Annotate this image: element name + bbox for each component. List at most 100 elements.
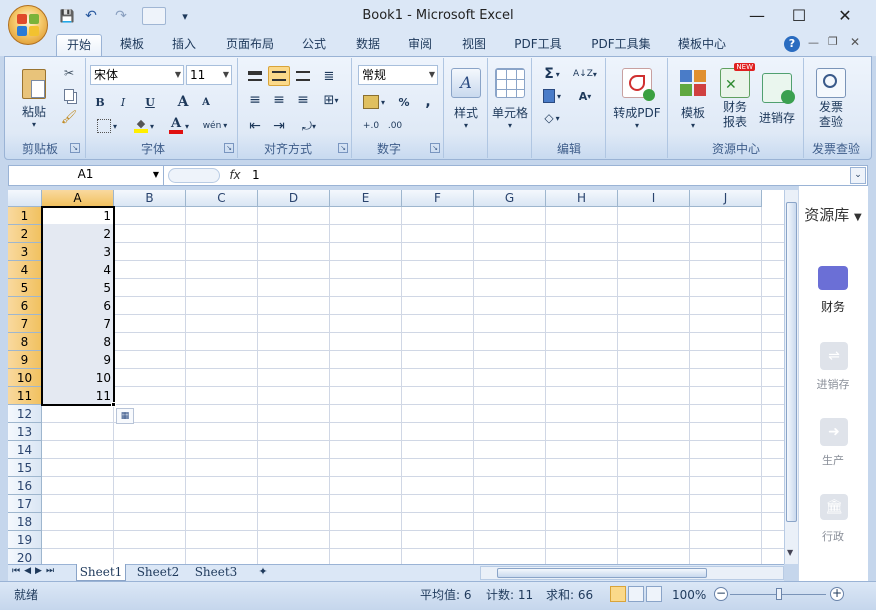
zoom-slider-thumb[interactable] — [776, 588, 782, 600]
side-finance[interactable]: 财务 — [798, 298, 868, 315]
row-header-4[interactable]: 4 — [8, 261, 42, 279]
orientation-icon[interactable]: ≣ — [318, 66, 340, 86]
autosum-button[interactable]: Σ ▾ — [538, 64, 566, 84]
fill-button[interactable]: ▾ — [538, 86, 566, 106]
vertical-scroll-thumb[interactable] — [786, 202, 797, 522]
horizontal-scroll-thumb[interactable] — [497, 568, 707, 578]
font-size-combo[interactable]: 11 ▼ — [186, 65, 232, 85]
scroll-down-arrow-icon[interactable]: ▼ — [787, 548, 793, 557]
undo-icon[interactable]: ↶ — [82, 7, 100, 25]
insert-function-button[interactable]: fx — [226, 167, 244, 184]
tab-review[interactable]: 审阅 — [398, 34, 442, 56]
tab-home[interactable]: 开始 — [56, 34, 102, 56]
row-header-6[interactable]: 6 — [8, 297, 42, 315]
row-header-10[interactable]: 10 — [8, 369, 42, 387]
row-header-18[interactable]: 18 — [8, 513, 42, 531]
row-header-7[interactable]: 7 — [8, 315, 42, 333]
expand-formula-bar-icon[interactable]: ⌄ — [850, 167, 866, 184]
fill-handle[interactable] — [111, 402, 116, 407]
phonetic-button[interactable]: wén ▾ — [198, 116, 232, 136]
help-icon[interactable]: ? — [784, 36, 800, 52]
italic-button[interactable]: I — [113, 92, 133, 112]
ribbon-close-button[interactable]: ✕ — [850, 35, 860, 49]
tab-formulas[interactable]: 公式 — [292, 34, 336, 56]
currency-button[interactable]: ▾ — [358, 92, 390, 112]
find-select-button[interactable]: A ▾ — [570, 86, 600, 106]
row-header-9[interactable]: 9 — [8, 351, 42, 369]
number-dialog-launcher[interactable]: ↘ — [430, 143, 440, 153]
styles-button[interactable]: A 样式 ▾ — [446, 62, 486, 136]
clear-button[interactable]: ◇ ▾ — [538, 108, 566, 128]
comma-button[interactable]: , — [418, 92, 438, 112]
ribbon-restore-button[interactable]: ❐ — [828, 35, 838, 48]
customize-qat-icon[interactable]: ▾ — [176, 7, 194, 25]
finance-report-button[interactable]: ✕ NEW 财务 报表 — [716, 62, 755, 136]
side-admin[interactable]: 行政 — [798, 528, 868, 544]
bold-button[interactable]: B — [90, 92, 110, 112]
underline-button[interactable]: U — [136, 92, 164, 112]
copy-icon[interactable] — [60, 86, 78, 104]
template-button[interactable]: 模板 ▾ — [672, 62, 714, 136]
office-button[interactable] — [8, 5, 48, 45]
column-header-b[interactable]: B — [114, 190, 186, 207]
side-inventory[interactable]: 进销存 — [798, 376, 868, 392]
borders-button[interactable]: ▾ — [90, 116, 124, 136]
grow-font-button[interactable]: A — [172, 92, 194, 112]
sheet-tab-2[interactable]: Sheet2 — [132, 564, 184, 581]
align-left-icon[interactable]: ≡ — [244, 90, 266, 110]
tab-data[interactable]: 数据 — [346, 34, 390, 56]
sheet-tab-3[interactable]: Sheet3 — [190, 564, 242, 581]
row-header-11[interactable]: 11 — [8, 387, 42, 405]
convert-pdf-button[interactable]: 转成PDF ▾ — [608, 62, 666, 136]
tab-insert[interactable]: 插入 — [162, 34, 206, 56]
row-header-12[interactable]: 12 — [8, 405, 42, 423]
row-header-5[interactable]: 5 — [8, 279, 42, 297]
column-header-f[interactable]: F — [402, 190, 474, 207]
formula-input[interactable]: 1 — [252, 165, 260, 186]
row-header-1[interactable]: 1 — [8, 207, 42, 225]
tab-pdf-toolset[interactable]: PDF工具集 — [582, 34, 660, 56]
align-bottom-icon[interactable] — [292, 66, 314, 86]
increase-indent-icon[interactable]: ⇥ — [268, 116, 290, 136]
increase-decimal-button[interactable]: +.0 — [360, 116, 382, 136]
alignment-dialog-launcher[interactable]: ↘ — [338, 143, 348, 153]
fill-color-button[interactable]: ◆ ▾ — [128, 116, 160, 136]
row-header-19[interactable]: 19 — [8, 531, 42, 549]
column-header-d[interactable]: D — [258, 190, 330, 207]
inventory-button[interactable]: 进销存 — [756, 62, 798, 136]
tab-pdf-tools[interactable]: PDF工具 — [506, 34, 570, 56]
sheet-nav-arrows[interactable]: ⏮◀▶⏭ — [12, 566, 58, 576]
close-button[interactable]: ✕ — [822, 0, 868, 30]
exchange-icon[interactable]: ⇌ — [820, 342, 848, 370]
shrink-font-button[interactable]: A — [196, 92, 216, 112]
row-header-8[interactable]: 8 — [8, 333, 42, 351]
cells-button[interactable]: 单元格 ▾ — [490, 62, 530, 136]
quick-print-icon[interactable] — [142, 7, 166, 25]
insert-sheet-icon[interactable]: ✦ — [248, 564, 278, 581]
maximize-button[interactable]: ☐ — [776, 0, 822, 30]
font-name-combo[interactable]: 宋体 ▼ — [90, 65, 184, 85]
align-top-icon[interactable] — [244, 66, 266, 86]
horizontal-scrollbar[interactable] — [480, 566, 784, 580]
zoom-level[interactable]: 100% — [672, 581, 706, 610]
redo-icon[interactable]: ↷ — [112, 7, 130, 25]
row-header-14[interactable]: 14 — [8, 441, 42, 459]
tab-view[interactable]: 视图 — [452, 34, 496, 56]
vertical-scrollbar[interactable]: ▼ — [784, 190, 798, 564]
building-icon[interactable]: 🏛 — [820, 494, 848, 520]
select-all-corner[interactable] — [8, 190, 42, 207]
wrap-text-icon[interactable]: ⤾ ▾ — [294, 116, 324, 136]
number-format-combo[interactable]: 常规 ▼ — [358, 65, 438, 85]
cut-icon[interactable]: ✂ — [60, 64, 78, 82]
tab-templates[interactable]: 模板 — [110, 34, 154, 56]
tab-template-center[interactable]: 模板中心 — [670, 34, 734, 56]
column-header-i[interactable]: I — [618, 190, 690, 207]
sort-filter-button[interactable]: A↓Z ▾ — [570, 64, 600, 84]
wallet-icon[interactable] — [818, 266, 848, 290]
row-header-17[interactable]: 17 — [8, 495, 42, 513]
resource-library-header[interactable]: 资源库 ▼ — [798, 204, 868, 225]
decrease-indent-icon[interactable]: ⇤ — [244, 116, 266, 136]
column-header-h[interactable]: H — [546, 190, 618, 207]
align-right-icon[interactable]: ≡ — [292, 90, 314, 110]
normal-view-icon[interactable] — [610, 586, 626, 602]
